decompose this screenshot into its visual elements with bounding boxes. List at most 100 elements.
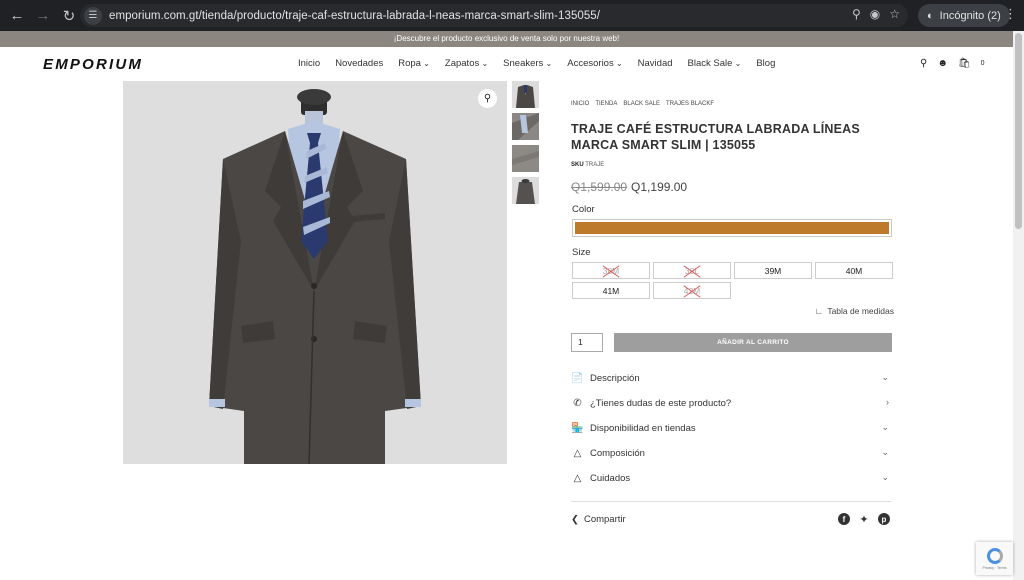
whatsapp-icon: ✆ — [573, 398, 582, 409]
breadcrumb-inicio[interactable]: INICIO — [571, 101, 589, 107]
accordion-label: Descripción — [590, 373, 640, 384]
accordion-label: Disponibilidad en tiendas — [590, 423, 696, 434]
browser-toolbar: ← → ↻ ☰ emporium.com.gt/tienda/producto/… — [0, 0, 1024, 31]
recaptcha-terms[interactable]: Privacy · Terms — [982, 566, 1006, 570]
nav-item-navidad[interactable]: Navidad — [638, 58, 673, 69]
thumbnail-front[interactable] — [512, 81, 539, 108]
forward-icon[interactable]: → — [32, 5, 54, 27]
thumbnail-detail[interactable] — [512, 113, 539, 140]
accordion-composicion[interactable]: △ Composición ⌄ — [571, 441, 891, 466]
social-links: f ✦ p — [838, 513, 890, 526]
size-label: Size — [572, 247, 591, 258]
eye-off-icon[interactable]: ◉ — [870, 7, 880, 21]
account-icon[interactable]: ☻ — [937, 58, 948, 69]
accordion-descripcion[interactable]: 📄 Descripción ⌄ — [571, 366, 891, 391]
nav-item-inicio[interactable]: Inicio — [298, 58, 320, 69]
site-logo[interactable]: EMPORIUM — [43, 56, 143, 73]
facebook-icon[interactable]: f — [838, 513, 850, 525]
accordion-label: ¿Tienes dudas de este producto? — [590, 398, 732, 409]
product-title: TRAJE CAFÉ ESTRUCTURA LABRADA LÍNEAS MAR… — [571, 122, 860, 152]
incognito-label: Incógnito (2) — [939, 9, 1001, 22]
search-icon[interactable]: ⚲ — [920, 58, 927, 69]
back-icon[interactable]: ← — [6, 5, 28, 27]
accordion-cuidados[interactable]: △ Cuidados ⌄ — [571, 466, 891, 491]
cart-icon[interactable]: 🛍 — [958, 58, 971, 69]
accordion-label: Composición — [590, 448, 645, 459]
size-option[interactable]: 41M — [572, 282, 650, 299]
product-main-image[interactable]: ⚲ — [123, 81, 507, 464]
scrollbar-thumb[interactable] — [1015, 33, 1022, 229]
breadcrumb-black-sale[interactable]: BLACK SALE — [623, 101, 660, 107]
recaptcha-icon — [986, 547, 1003, 564]
nav-item-blog[interactable]: Blog — [756, 58, 775, 69]
thumbnail-strip — [512, 81, 539, 204]
price-original: Q1,599.00 — [571, 180, 628, 194]
sku: SKU TRAJE — [571, 162, 604, 168]
product-accordion: 📄 Descripción ⌄ ✆ ¿Tienes dudas de este … — [571, 366, 891, 491]
share-label: Compartir — [583, 514, 626, 525]
header-actions: ⚲ ☻ 🛍 0 — [920, 58, 984, 69]
chevron-down-icon: ⌄ — [881, 472, 889, 482]
breadcrumb-trajes[interactable]: TRAJES BLACKF — [666, 101, 714, 107]
size-guide-link[interactable]: ∟ Tabla de medidas — [815, 306, 894, 316]
suit-illustration — [209, 89, 421, 464]
price-sale: Q1,199.00 — [631, 180, 688, 194]
pinterest-icon[interactable]: p — [878, 513, 890, 525]
size-guide-label: Tabla de medidas — [827, 306, 894, 316]
nav-item-novedades[interactable]: Novedades — [335, 58, 383, 69]
main-navigation: Inicio Novedades Ropa Zapatos Sneakers A… — [298, 58, 775, 69]
reload-icon[interactable]: ↻ — [58, 5, 80, 27]
price: Q1,599.00 Q1,199.00 — [571, 180, 687, 194]
nav-item-black-sale[interactable]: Black Sale — [688, 58, 742, 69]
breadcrumb-tienda[interactable]: TIENDA — [595, 101, 617, 107]
site-settings-icon[interactable]: ☰ — [84, 6, 102, 25]
incognito-icon: ◐ — [927, 9, 934, 22]
divider — [571, 501, 891, 502]
page-scrollbar[interactable] — [1013, 31, 1024, 580]
thumbnail-fabric[interactable] — [512, 145, 539, 172]
store-icon: 🏪 — [571, 423, 584, 434]
nav-item-ropa[interactable]: Ropa — [398, 58, 430, 69]
nav-item-accesorios[interactable]: Accesorios — [567, 58, 622, 69]
recaptcha-badge[interactable]: Privacy · Terms — [976, 542, 1013, 575]
ruler-icon: ∟ — [815, 306, 824, 316]
nav-item-zapatos[interactable]: Zapatos — [445, 58, 488, 69]
sku-value: TRAJE — [585, 162, 605, 168]
size-option[interactable]: 40M — [815, 262, 893, 279]
zoom-icon[interactable]: ⚲ — [852, 7, 861, 21]
sku-label: SKU — [571, 162, 584, 168]
url-text[interactable]: emporium.com.gt/tienda/producto/traje-ca… — [109, 10, 600, 22]
shapes-icon: △ — [573, 448, 582, 459]
chevron-down-icon: ⌄ — [881, 422, 889, 432]
chevron-down-icon: ⌄ — [881, 372, 889, 382]
accordion-label: Cuidados — [590, 473, 631, 484]
breadcrumb: INICIO TIENDA BLACK SALE TRAJES BLACKF — [571, 101, 714, 107]
size-option[interactable]: 39M — [734, 262, 812, 279]
color-label: Color — [572, 204, 595, 215]
size-options: 38M 38L 39M 40M 41M 42M — [572, 262, 896, 299]
color-swatch-fill — [575, 222, 889, 234]
thumbnail-back[interactable] — [512, 177, 539, 204]
size-option[interactable]: 38L — [653, 262, 731, 279]
accordion-dudas[interactable]: ✆ ¿Tienes dudas de este producto? › — [571, 391, 891, 416]
address-bar[interactable]: ☰ emporium.com.gt/tienda/producto/traje-… — [80, 4, 908, 27]
share-button[interactable]: ❮ Compartir — [571, 514, 626, 525]
chevron-right-icon: › — [886, 397, 889, 407]
zoom-icon[interactable]: ⚲ — [478, 89, 497, 108]
twitter-icon[interactable]: ✦ — [858, 513, 870, 526]
add-to-cart-button[interactable]: AÑADIR AL CARRITO — [614, 333, 892, 352]
share-icon: ❮ — [571, 514, 579, 525]
menu-kebab-icon[interactable]: ⋮ — [1004, 6, 1017, 22]
cart-count: 0 — [980, 60, 985, 67]
size-option[interactable]: 38M — [572, 262, 650, 279]
color-swatch[interactable] — [572, 219, 892, 237]
size-option[interactable]: 42M — [653, 282, 731, 299]
quantity-input[interactable]: 1 — [571, 333, 603, 352]
document-icon: 📄 — [571, 373, 584, 384]
announcement-bar: ¡Descubre el producto exclusivo de venta… — [0, 31, 1013, 47]
incognito-badge[interactable]: ◐ Incógnito (2) — [918, 4, 1010, 27]
hanger-icon: △ — [573, 473, 582, 484]
bookmark-star-icon[interactable]: ☆ — [889, 7, 900, 21]
nav-item-sneakers[interactable]: Sneakers — [503, 58, 552, 69]
accordion-disponibilidad[interactable]: 🏪 Disponibilidad en tiendas ⌄ — [571, 416, 891, 441]
